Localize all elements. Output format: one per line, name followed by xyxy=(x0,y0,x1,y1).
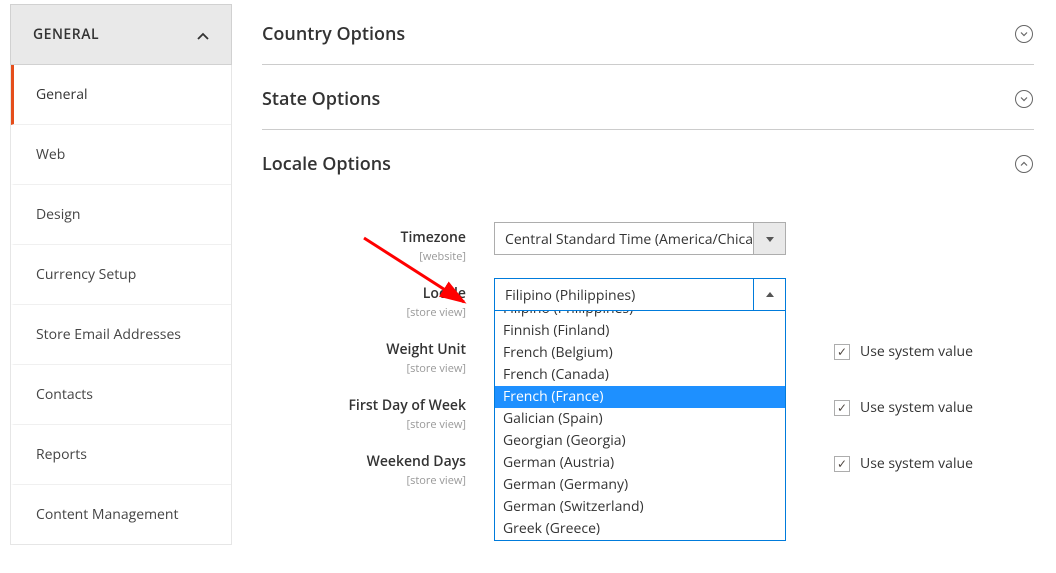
section-title: Country Options xyxy=(262,22,405,46)
chevron-up-icon xyxy=(197,29,209,41)
locale-option[interactable]: German (Austria) xyxy=(495,452,785,474)
sidebar-header-title: GENERAL xyxy=(33,25,99,44)
locale-option[interactable]: German (Germany) xyxy=(495,474,785,496)
locale-option[interactable]: Filipino (Philippines) xyxy=(495,311,785,320)
field-label: First Day of Week xyxy=(348,396,466,415)
sidebar-items: General Web Design Currency Setup Store … xyxy=(10,65,232,545)
locale-option[interactable]: French (France) xyxy=(495,386,785,408)
sidebar-item-label: Web xyxy=(36,145,65,164)
checkbox-checked-icon: ✓ xyxy=(834,344,850,360)
checkbox-label: Use system value xyxy=(860,454,973,473)
sidebar-item-label: Content Management xyxy=(36,505,179,524)
locale-options-form: Timezone [website] Central Standard Time… xyxy=(262,194,1034,502)
sidebar-item-label: Design xyxy=(36,205,80,224)
sidebar-section-header-general[interactable]: GENERAL xyxy=(10,4,232,65)
checkbox-label: Use system value xyxy=(860,398,973,417)
select-value: Central Standard Time (America/Chica xyxy=(494,222,754,255)
label-col: Timezone [website] xyxy=(262,222,494,264)
checkbox-label: Use system value xyxy=(860,342,973,361)
label-col: First Day of Week [store view] xyxy=(262,390,494,432)
select-value: Filipino (Philippines) xyxy=(494,278,754,311)
field-label: Timezone xyxy=(401,228,466,247)
field-scope: [store view] xyxy=(262,361,466,376)
checkbox-checked-icon: ✓ xyxy=(834,456,850,472)
sidebar-item-content-management[interactable]: Content Management xyxy=(11,485,231,544)
section-locale-options[interactable]: Locale Options xyxy=(262,130,1034,194)
locale-option[interactable]: German (Switzerland) xyxy=(495,496,785,518)
sidebar-item-currency-setup[interactable]: Currency Setup xyxy=(11,245,231,305)
sidebar-item-store-email-addresses[interactable]: Store Email Addresses xyxy=(11,305,231,365)
use-system-checkbox-weight[interactable]: ✓ Use system value xyxy=(794,334,973,361)
sidebar-item-design[interactable]: Design xyxy=(11,185,231,245)
select-dropdown-button[interactable] xyxy=(754,222,786,255)
locale-option[interactable]: Galician (Spain) xyxy=(495,408,785,430)
section-title: State Options xyxy=(262,87,380,111)
locale-select[interactable]: Filipino (Philippines) xyxy=(494,278,786,311)
locale-dropdown-list[interactable]: Estonian (Estonia)Filipino (Philippines)… xyxy=(494,311,786,541)
sidebar-item-label: General xyxy=(36,85,88,104)
chevron-up-circle-icon xyxy=(1014,154,1034,174)
field-label: Locale xyxy=(423,284,466,303)
field-scope: [store view] xyxy=(262,473,466,488)
locale-option[interactable]: French (Belgium) xyxy=(495,342,785,364)
use-system-checkbox-weekend[interactable]: ✓ Use system value xyxy=(794,446,973,473)
field-label: Weight Unit xyxy=(386,340,466,359)
locale-option[interactable]: French (Canada) xyxy=(495,364,785,386)
timezone-select[interactable]: Central Standard Time (America/Chica xyxy=(494,222,786,255)
chevron-down-circle-icon xyxy=(1014,89,1034,109)
sidebar-item-label: Contacts xyxy=(36,385,93,404)
field-scope: [store view] xyxy=(262,417,466,432)
select-dropdown-button[interactable] xyxy=(754,278,786,311)
field-scope: [website] xyxy=(262,249,466,264)
sidebar-item-label: Store Email Addresses xyxy=(36,325,181,344)
locale-option[interactable]: Finnish (Finland) xyxy=(495,320,785,342)
sidebar-item-label: Currency Setup xyxy=(36,265,136,284)
main-content: Country Options State Options Locale Opt… xyxy=(232,4,1046,573)
field-col: Filipino (Philippines) Estonian (Estonia… xyxy=(494,278,794,311)
label-col: Weight Unit [store view] xyxy=(262,334,494,376)
label-col: Locale [store view] xyxy=(262,278,494,320)
locale-option[interactable]: Greek (Greece) xyxy=(495,518,785,540)
section-state-options[interactable]: State Options xyxy=(262,65,1034,130)
field-label: Weekend Days xyxy=(367,452,466,471)
sidebar-item-web[interactable]: Web xyxy=(11,125,231,185)
label-col: Weekend Days [store view] xyxy=(262,446,494,488)
row-timezone: Timezone [website] Central Standard Time… xyxy=(262,222,1034,278)
locale-option[interactable]: Georgian (Georgia) xyxy=(495,430,785,452)
row-locale: Locale [store view] Filipino (Philippine… xyxy=(262,278,1034,334)
use-system-checkbox-firstday[interactable]: ✓ Use system value xyxy=(794,390,973,417)
sidebar-item-reports[interactable]: Reports xyxy=(11,425,231,485)
field-col: Central Standard Time (America/Chica xyxy=(494,222,794,255)
sidebar-item-contacts[interactable]: Contacts xyxy=(11,365,231,425)
sidebar: GENERAL General Web Design Currency Setu… xyxy=(10,4,232,573)
field-scope: [store view] xyxy=(262,305,466,320)
chevron-down-circle-icon xyxy=(1014,24,1034,44)
section-country-options[interactable]: Country Options xyxy=(262,4,1034,65)
sidebar-item-label: Reports xyxy=(36,445,87,464)
checkbox-checked-icon: ✓ xyxy=(834,400,850,416)
section-title: Locale Options xyxy=(262,152,391,176)
sidebar-item-general[interactable]: General xyxy=(11,65,231,125)
